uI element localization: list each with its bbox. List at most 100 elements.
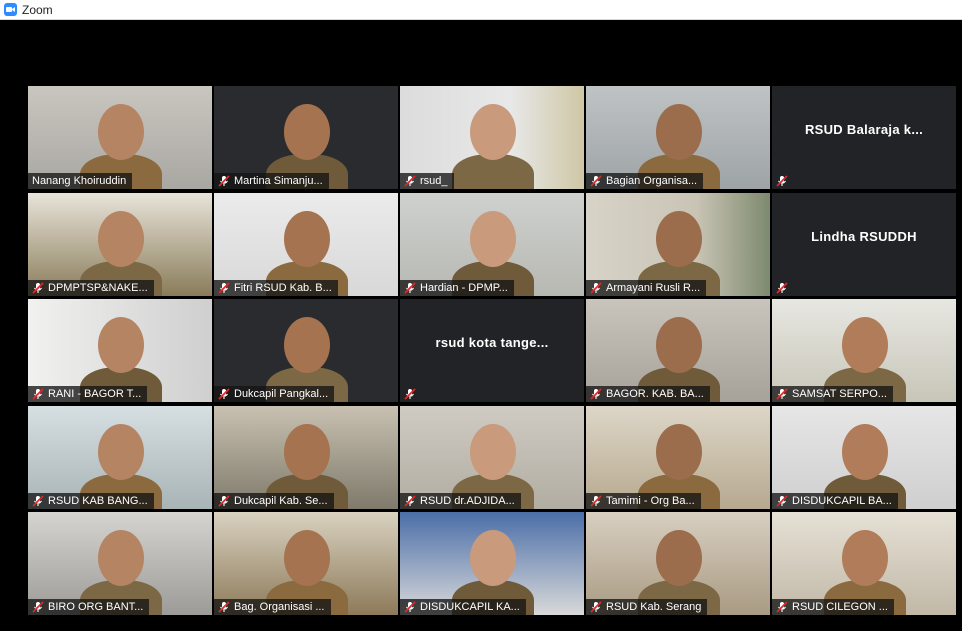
participant-name-display: RSUD Balaraja k... [804,122,924,137]
participant-tile[interactable]: RSUD Kab. Serang [586,512,770,615]
video-gallery: Nanang Khoiruddin Martina Simanju... rsud_… [0,20,962,631]
zoom-logo-icon [4,3,17,16]
muted-mic-icon [404,175,416,187]
muted-mic-icon [404,282,416,294]
person-silhouette-head [470,530,516,586]
muted-mic-icon [218,175,230,187]
participant-name: Fitri RSUD Kab. B... [234,282,332,294]
participant-name: Bagian Organisa... [606,175,698,187]
participant-tile[interactable]: DPMPTSP&NAKE... [28,193,212,296]
participant-name: Hardian - DPMP... [420,282,508,294]
person-silhouette-head [470,211,516,267]
person-silhouette-head [98,211,144,267]
muted-mic-icon [32,282,44,294]
window-title: Zoom [22,3,53,17]
participant-tile[interactable]: Dukcapil Pangkal... [214,299,398,402]
participant-name-label: Armayani Rusli R... [586,280,707,296]
participant-name-label: Martina Simanju... [214,173,329,189]
title-bar: Zoom [0,0,962,20]
person-silhouette-head [656,317,702,373]
participant-tile[interactable]: RSUD dr.ADJIDA... [400,406,584,509]
participant-name-label: Nanang Khoiruddin [28,173,133,189]
participant-tile[interactable]: DISDUKCAPIL KA... [400,512,584,615]
person-silhouette-head [284,317,330,373]
participant-name: Martina Simanju... [234,175,323,187]
participant-tile[interactable]: Fitri RSUD Kab. B... [214,193,398,296]
participant-name: Dukcapil Kab. Se... [234,495,328,507]
person-silhouette-head [284,424,330,480]
participant-name-display: Lindha RSUDDH [811,229,917,244]
participant-name-label: BIRO ORG BANT... [28,599,150,615]
muted-mic-icon [218,601,230,613]
person-silhouette-head [842,317,888,373]
participant-tile[interactable]: Martina Simanju... [214,86,398,189]
participant-name-label: BAGOR. KAB. BA... [586,386,710,402]
person-silhouette-head [470,104,516,160]
person-silhouette-head [656,104,702,160]
person-silhouette-head [842,530,888,586]
participant-tile[interactable]: DISDUKCAPIL BA... [772,406,956,509]
participant-name-label: rsud_ [400,173,454,189]
participant-name-label: Bag. Organisasi ... [214,599,331,615]
participant-tile[interactable]: Armayani Rusli R... [586,193,770,296]
participant-video-off [772,86,956,189]
participant-name: rsud_ [420,175,448,187]
participant-tile[interactable]: BAGOR. KAB. BA... [586,299,770,402]
participant-name-label: RSUD Kab. Serang [586,599,708,615]
person-silhouette-head [284,530,330,586]
muted-mic-icon [218,282,230,294]
person-silhouette-head [98,104,144,160]
participant-tile[interactable]: SAMSAT SERPO... [772,299,956,402]
participant-tile[interactable]: rsud kota tange... [400,299,584,402]
participant-tile[interactable]: Nanang Khoiruddin [28,86,212,189]
participant-name-label: RSUD KAB BANG... [28,493,154,509]
person-silhouette-head [98,424,144,480]
participant-tile[interactable]: RANI - BAGOR T... [28,299,212,402]
muted-mic-icon [590,601,602,613]
participant-name: Dukcapil Pangkal... [234,388,329,400]
participant-name-label: Dukcapil Pangkal... [214,386,335,402]
muted-mic-icon [776,281,788,294]
participant-tile[interactable]: rsud_ [400,86,584,189]
participant-name: DPMPTSP&NAKE... [48,282,148,294]
muted-mic-icon [404,387,416,400]
participant-video-off [772,193,956,296]
muted-mic-icon [776,495,788,507]
participant-tile[interactable]: Hardian - DPMP... [400,193,584,296]
muted-mic-icon [776,174,788,187]
participant-name-label: RSUD CILEGON ... [772,599,894,615]
participant-tile[interactable]: Dukcapil Kab. Se... [214,406,398,509]
person-silhouette-head [284,104,330,160]
participant-name: RSUD Kab. Serang [606,601,702,613]
participant-tile[interactable]: RSUD KAB BANG... [28,406,212,509]
participant-tile[interactable]: RSUD Balaraja k... [772,86,956,189]
participant-tile[interactable]: BIRO ORG BANT... [28,512,212,615]
muted-mic-icon [32,601,44,613]
person-silhouette-head [98,317,144,373]
participant-name: RANI - BAGOR T... [48,388,142,400]
participant-name: RSUD CILEGON ... [792,601,888,613]
muted-mic-icon [590,175,602,187]
muted-mic-icon [776,601,788,613]
participant-tile[interactable]: Lindha RSUDDH [772,193,956,296]
participant-name: Armayani Rusli R... [606,282,701,294]
person-silhouette-head [656,530,702,586]
participant-tile[interactable]: Bagian Organisa... [586,86,770,189]
participant-name-label: SAMSAT SERPO... [772,386,893,402]
person-silhouette-head [98,530,144,586]
participant-name: BIRO ORG BANT... [48,601,144,613]
participant-tile[interactable]: Tamimi - Org Ba... [586,406,770,509]
participant-name-display: rsud kota tange... [435,335,549,350]
participant-name-label: Bagian Organisa... [586,173,704,189]
participant-name-label: DISDUKCAPIL KA... [400,599,526,615]
muted-mic-icon [218,388,230,400]
participant-tile[interactable]: RSUD CILEGON ... [772,512,956,615]
participant-name-label: DISDUKCAPIL BA... [772,493,898,509]
participant-name-label: Fitri RSUD Kab. B... [214,280,338,296]
participant-name-label: RANI - BAGOR T... [28,386,148,402]
person-silhouette-head [656,211,702,267]
participant-tile[interactable]: Bag. Organisasi ... [214,512,398,615]
muted-mic-icon [590,495,602,507]
participant-name-label: RSUD dr.ADJIDA... [400,493,521,509]
muted-mic-icon [776,388,788,400]
